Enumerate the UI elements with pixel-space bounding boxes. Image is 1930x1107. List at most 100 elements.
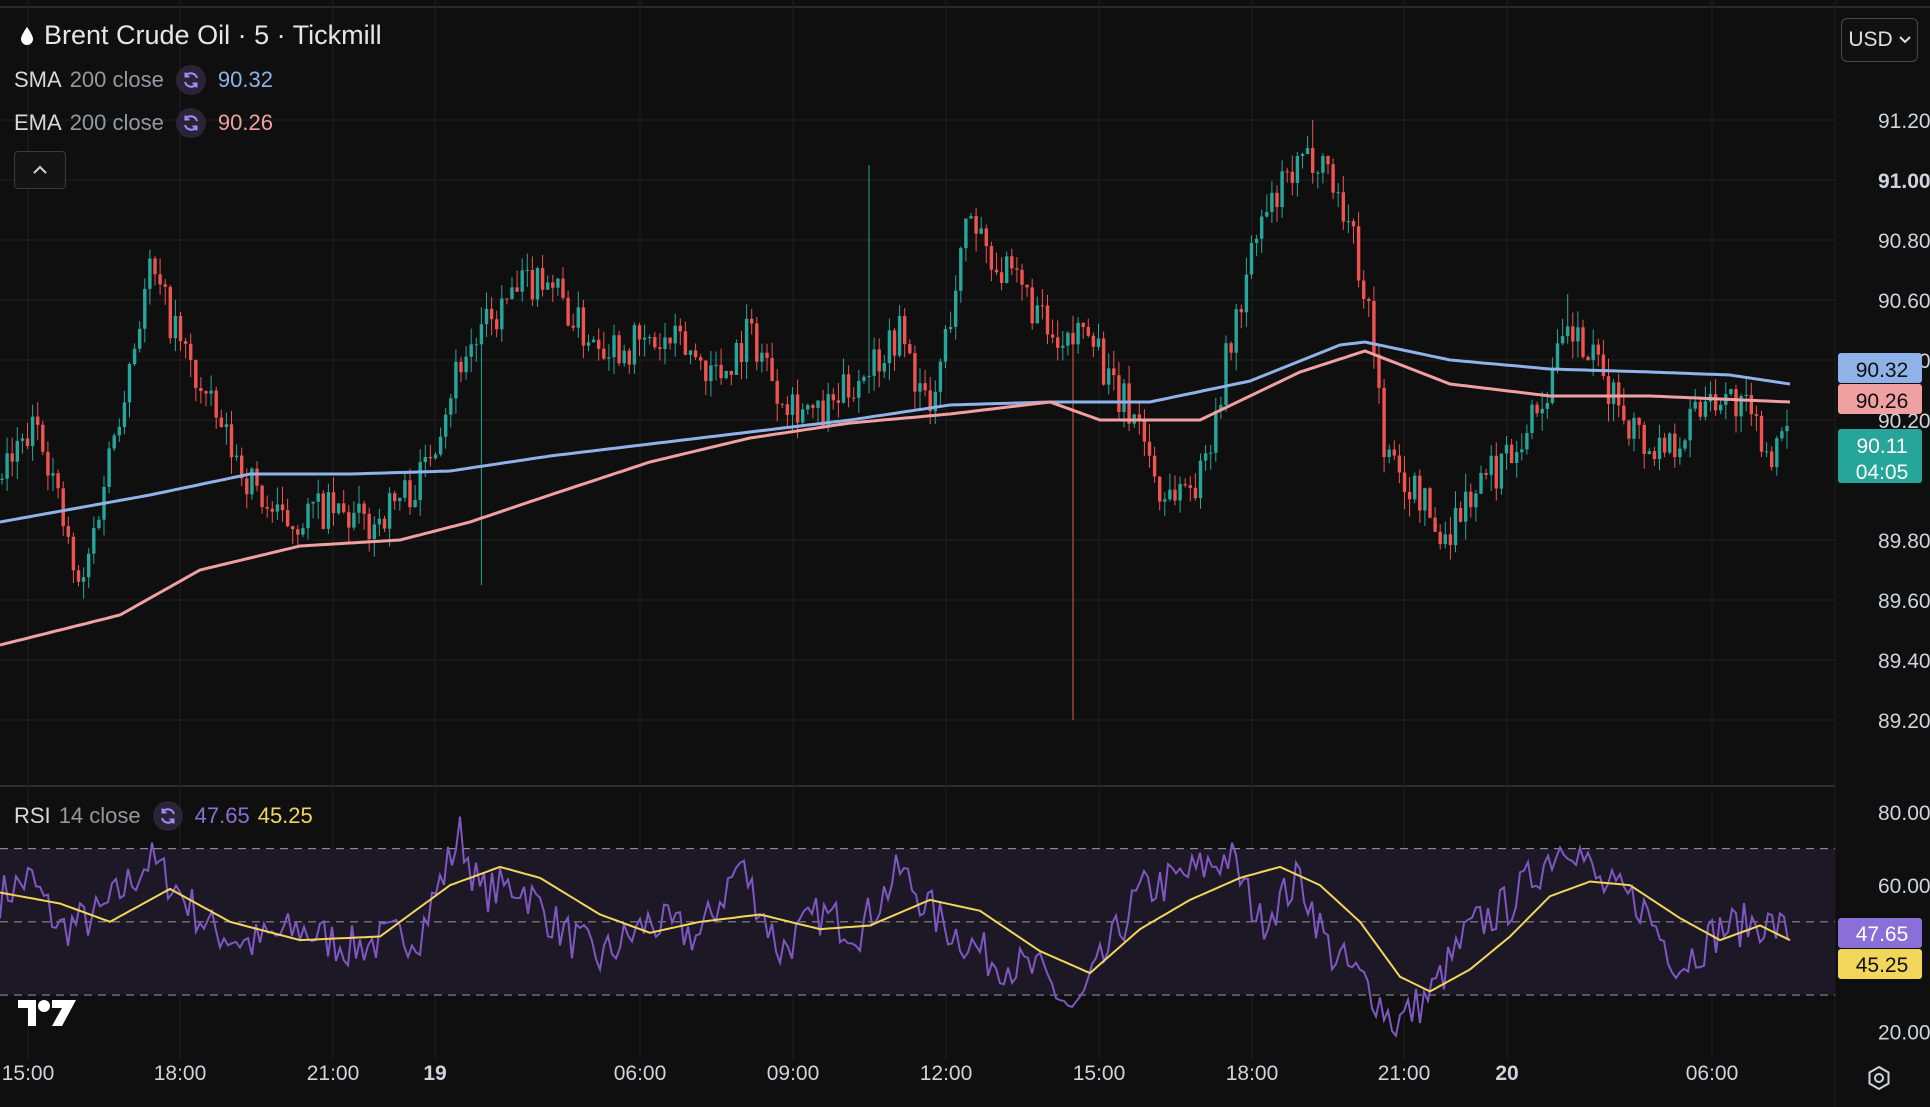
- sma-legend-name: SMA: [14, 67, 62, 92]
- candle-body: [918, 383, 922, 392]
- rsi-legend-name: RSI: [14, 803, 51, 828]
- candle-body: [1611, 382, 1616, 404]
- candle-body: [352, 512, 356, 528]
- candle-body: [948, 326, 953, 329]
- candle-body: [1372, 301, 1376, 355]
- candle-body: [1596, 344, 1600, 355]
- refresh-icon[interactable]: [152, 801, 183, 831]
- candle-body: [433, 454, 438, 459]
- candle-body: [357, 503, 361, 513]
- candle-body: [540, 268, 545, 290]
- candle-body: [846, 374, 851, 398]
- candle-body: [872, 349, 876, 376]
- candle-body: [1107, 368, 1111, 385]
- candle-body: [92, 527, 96, 554]
- candle-body: [785, 404, 790, 415]
- candle-body: [474, 344, 478, 346]
- candle-body: [1112, 368, 1116, 376]
- candle-body: [1081, 322, 1085, 327]
- candle-body: [347, 512, 351, 528]
- time-tick-label: 15:00: [1073, 1062, 1126, 1085]
- refresh-icon[interactable]: [175, 65, 206, 95]
- symbol-title[interactable]: Brent Crude Oil · 5 · Tickmill: [20, 20, 382, 51]
- candle-body: [1290, 171, 1294, 183]
- candle-body: [734, 343, 739, 375]
- candle-body: [627, 350, 631, 365]
- candle-body: [546, 282, 550, 290]
- time-tick-label: 18:00: [1226, 1062, 1279, 1085]
- rsi-ma-legend-value: 45.25: [257, 803, 313, 828]
- candle-body: [255, 468, 259, 486]
- candle-body: [852, 397, 856, 399]
- candle-body: [964, 218, 968, 249]
- candle-body: [107, 448, 111, 487]
- sma-price-badge-text: 90.32: [1856, 359, 1909, 382]
- refresh-icon[interactable]: [175, 108, 206, 138]
- candle-body: [816, 400, 820, 408]
- candle-body: [1010, 256, 1014, 269]
- candle-body: [612, 335, 616, 358]
- ema-legend-value: 90.26: [217, 110, 273, 135]
- candle-body: [306, 503, 310, 529]
- candle-body: [857, 380, 861, 398]
- candle-body: [989, 246, 994, 270]
- candle-body: [908, 344, 912, 354]
- candle-body: [1464, 491, 1468, 522]
- candle-body: [36, 416, 40, 425]
- candle-body: [1015, 268, 1019, 270]
- candle-body: [1351, 221, 1356, 227]
- ema-legend-params: 200 close: [69, 110, 164, 135]
- gear-icon[interactable]: [1866, 1065, 1892, 1096]
- candle-body: [1096, 338, 1101, 347]
- candle-body: [750, 318, 754, 324]
- candle-body: [1428, 488, 1432, 518]
- candle-body: [1647, 451, 1651, 454]
- refresh-icon-glyph: [160, 808, 175, 824]
- candle-body: [586, 342, 591, 346]
- candle-body: [229, 424, 234, 458]
- candle-body: [632, 325, 637, 365]
- currency-selector[interactable]: USD: [1841, 18, 1918, 62]
- price-tick-label: 91.20: [1878, 110, 1930, 133]
- time-tick-label: 18:00: [154, 1062, 207, 1085]
- candle-body: [1698, 401, 1702, 417]
- sma-legend[interactable]: SMA 200 close 90.32: [14, 65, 273, 95]
- candle-body: [81, 577, 86, 582]
- candle-body: [1193, 487, 1198, 499]
- candle-body: [377, 518, 382, 525]
- candle-body: [219, 417, 223, 428]
- candle-body: [1744, 394, 1748, 396]
- candle-body: [1652, 451, 1657, 459]
- candle-body: [903, 316, 907, 345]
- candle-body: [1142, 419, 1147, 442]
- candle-body: [1152, 455, 1157, 477]
- candle-body: [1423, 488, 1427, 511]
- time-tick-label: 09:00: [767, 1062, 820, 1085]
- candle-body: [270, 508, 274, 512]
- gear-icon-glyph: [1868, 1065, 1890, 1091]
- candle-body: [138, 328, 142, 349]
- candle-body: [97, 519, 101, 528]
- candle-body: [617, 335, 621, 364]
- candle-body: [1260, 216, 1264, 239]
- chart-canvas[interactable]: 91.2091.0090.8090.6090.4090.2089.8089.60…: [0, 0, 1930, 1107]
- ema-legend[interactable]: EMA 200 close 90.26: [14, 108, 273, 138]
- candle-body: [189, 343, 193, 360]
- candle-body: [1244, 274, 1249, 313]
- candle-body: [806, 405, 810, 410]
- candle-body: [571, 325, 575, 328]
- candle-body: [20, 438, 25, 441]
- candle-body: [500, 298, 504, 330]
- rsi-legend[interactable]: RSI 14 close 47.65 45.25: [14, 801, 313, 831]
- candle-body: [158, 274, 162, 285]
- candle-body: [775, 380, 779, 404]
- collapse-legend-button[interactable]: [14, 151, 66, 189]
- candle-body: [1484, 473, 1488, 475]
- candle-body: [1316, 172, 1320, 174]
- candle-body: [1494, 455, 1498, 489]
- tradingview-logo-icon[interactable]: [18, 998, 76, 1033]
- price-tick-label: 91.00: [1878, 170, 1930, 193]
- candle-body: [1239, 309, 1243, 313]
- rsi-tick-label: 80.00: [1878, 802, 1930, 825]
- candle-body: [316, 493, 320, 502]
